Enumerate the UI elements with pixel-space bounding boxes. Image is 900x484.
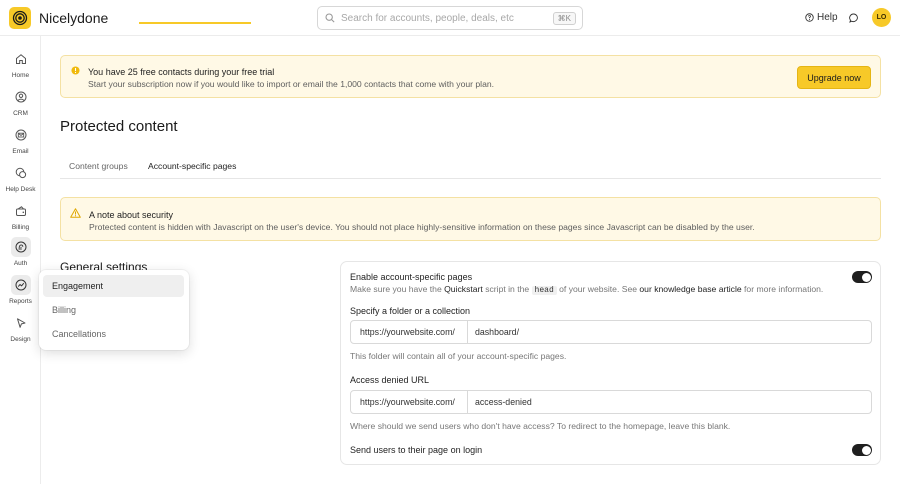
chart-icon [10, 275, 31, 295]
sidebar-item-label: Email [12, 148, 29, 155]
access-denied-help-text: Where should we send users who don't hav… [350, 421, 731, 431]
description-text: for more information. [744, 284, 824, 294]
user-avatar[interactable]: LO [872, 8, 891, 27]
tab-account-specific-pages[interactable]: Account-specific pages [148, 161, 236, 171]
sidebar-item-help-desk[interactable]: Help Desk [0, 163, 41, 193]
access-denied-label: Access denied URL [350, 375, 430, 385]
spiral-logo-icon [12, 10, 28, 26]
quickstart-text: Quickstart [444, 284, 483, 294]
trial-banner: You have 25 free contacts during your fr… [60, 55, 881, 98]
page-title: Protected content [60, 118, 178, 135]
help-button[interactable]: Help [805, 12, 838, 23]
folder-input[interactable] [468, 321, 871, 343]
search-icon [325, 13, 335, 23]
folder-label: Specify a folder or a collection [350, 306, 471, 316]
sidebar-item-auth[interactable]: Auth [0, 237, 41, 267]
security-note: A note about security Protected content … [60, 197, 881, 241]
sidebar-item-label: Help Desk [5, 186, 36, 193]
access-denied-field: https://yourwebsite.com/ [350, 390, 872, 414]
warning-icon [70, 208, 81, 218]
info-dot-icon [71, 66, 80, 75]
login-redirect-toggle[interactable] [852, 444, 872, 456]
cursor-icon [11, 313, 31, 333]
upgrade-button[interactable]: Upgrade now [797, 66, 871, 89]
head-code: head [531, 286, 557, 295]
app-logo[interactable] [9, 7, 31, 29]
tab-bar: Content groups Account-specific pages [60, 154, 881, 179]
fingerprint-icon [10, 237, 31, 257]
reports-menu: Engagement Billing Cancellations [39, 270, 189, 350]
sidebar-item-label: Home [11, 72, 30, 79]
menu-item-engagement[interactable]: Engagement [43, 275, 184, 297]
settings-card: Enable account-specific pages Make sure … [340, 261, 881, 465]
sidebar-item-label: Auth [13, 260, 28, 267]
chat-bubbles-icon [11, 163, 31, 183]
sidebar-item-label: CRM [13, 110, 28, 117]
sidebar: Home CRM Email Help Desk Billing Auth Re… [0, 36, 41, 484]
sidebar-item-home[interactable]: Home [0, 49, 41, 79]
sidebar-item-reports[interactable]: Reports [0, 275, 41, 305]
user-circle-icon [11, 87, 31, 107]
access-denied-input[interactable] [468, 391, 871, 413]
folder-field: https://yourwebsite.com/ [350, 320, 872, 344]
wallet-icon [11, 201, 31, 221]
login-redirect-label: Send users to their page on login [350, 445, 483, 455]
sidebar-item-label: Reports [9, 298, 32, 305]
access-denied-url-prefix: https://yourwebsite.com/ [351, 391, 468, 413]
help-label: Help [817, 12, 838, 23]
chat-button[interactable] [849, 12, 859, 26]
tab-content-groups[interactable]: Content groups [69, 161, 128, 171]
description-text: of your website. See [559, 284, 638, 294]
sidebar-item-design[interactable]: Design [0, 313, 41, 343]
folder-url-prefix: https://yourwebsite.com/ [351, 321, 468, 343]
sidebar-item-label: Design [10, 336, 31, 343]
search-bar[interactable]: Search for accounts, people, deals, etc … [317, 6, 583, 30]
chat-bubble-icon [849, 13, 858, 23]
active-tab-indicator [139, 22, 251, 24]
sidebar-item-label: Billing [11, 224, 30, 231]
description-text: Make sure you have the [350, 284, 442, 294]
security-note-body: Protected content is hidden with Javascr… [89, 222, 755, 232]
security-note-title: A note about security [89, 210, 174, 220]
home-icon [11, 49, 31, 69]
enable-pages-toggle[interactable] [852, 271, 872, 283]
menu-item-cancellations[interactable]: Cancellations [43, 323, 184, 345]
description-text: script in the [485, 284, 530, 294]
top-bar: Nicelydone Search for accounts, people, … [0, 0, 900, 36]
question-circle-icon [805, 13, 814, 22]
trial-title: You have 25 free contacts during your fr… [88, 67, 275, 77]
knowledge-base-link[interactable]: our knowledge base article [639, 284, 741, 294]
sidebar-item-email[interactable]: Email [0, 125, 41, 155]
folder-help-text: This folder will contain all of your acc… [350, 351, 567, 361]
search-placeholder[interactable]: Search for accounts, people, deals, etc [341, 13, 514, 24]
menu-item-billing[interactable]: Billing [43, 299, 184, 321]
app-name: Nicelydone [39, 10, 109, 26]
mail-icon [11, 125, 31, 145]
sidebar-item-crm[interactable]: CRM [0, 87, 41, 117]
sidebar-item-billing[interactable]: Billing [0, 201, 41, 231]
enable-pages-label: Enable account-specific pages [350, 272, 473, 282]
trial-body: Start your subscription now if you would… [88, 79, 495, 89]
enable-pages-description: Make sure you have the Quickstart script… [350, 284, 823, 295]
search-shortcut-badge: ⌘K [552, 12, 576, 25]
